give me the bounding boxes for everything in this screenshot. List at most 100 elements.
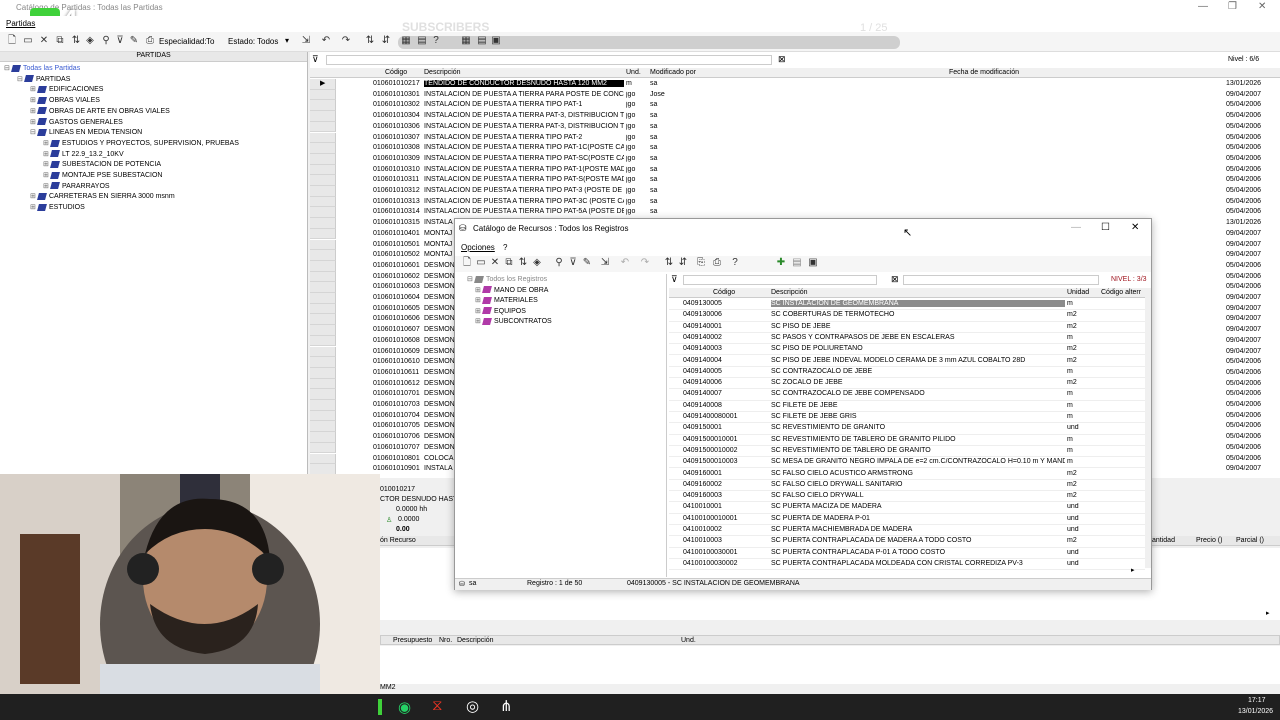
row-selector[interactable] xyxy=(310,260,336,272)
dialog-table-row[interactable]: 0409140005 SC CONTRAZOCALO DE JEBE m xyxy=(669,367,1145,379)
row-selector[interactable] xyxy=(310,378,336,390)
edit-icon[interactable]: ✎ xyxy=(128,35,140,47)
sort-desc-icon[interactable]: ⇵ xyxy=(380,35,392,47)
row-selector[interactable] xyxy=(310,207,336,219)
tree-item[interactable]: ⊞ PARARRAYOS xyxy=(43,182,110,190)
dcol-codigo[interactable]: Código xyxy=(713,289,735,296)
col-descripcion-footer[interactable]: Descripción xyxy=(457,637,494,644)
row-selector[interactable] xyxy=(310,389,336,400)
table-row[interactable]: 010601010314 INSTALACION DE PUESTA A TIER… xyxy=(310,207,1280,219)
clock-date[interactable]: 13/01/2026 xyxy=(1238,708,1273,715)
preview-icon[interactable]: ⎘ xyxy=(695,257,707,269)
tree-item[interactable]: ⊟ Todas las Partidas xyxy=(4,64,80,72)
dialog-table-row[interactable]: 0409160001 SC FALSO CIELO ACUSTICO ARMSTR… xyxy=(669,469,1145,480)
apply-filter-icon[interactable]: ⊠ xyxy=(778,54,786,65)
row-selector[interactable] xyxy=(310,153,336,165)
tree-item[interactable]: ⊞ OBRAS VIALES xyxy=(30,96,100,104)
app-indicator[interactable] xyxy=(378,699,382,715)
row-selector[interactable] xyxy=(310,400,336,411)
table-row[interactable]: 010601010308 INSTALACION DE PUESTA A TIER… xyxy=(310,143,1280,154)
open-icon[interactable]: ▭ xyxy=(22,35,34,47)
dialog-filter-input-2[interactable] xyxy=(903,275,1099,285)
dcol-unidad[interactable]: Unidad xyxy=(1067,289,1089,296)
row-selector[interactable] xyxy=(310,196,336,208)
row-selector[interactable] xyxy=(310,186,336,197)
row-selector[interactable] xyxy=(310,175,336,186)
row-selector[interactable] xyxy=(310,100,336,112)
tree-item[interactable]: ⊞ CARRETERAS EN SIERRA 3000 msnm xyxy=(30,192,175,200)
row-selector[interactable] xyxy=(310,442,336,454)
row-selector[interactable] xyxy=(310,335,336,347)
delete-icon[interactable]: ✕ xyxy=(38,35,50,47)
dialog-tree-item[interactable]: ⊞ SUBCONTRATOS xyxy=(475,317,552,325)
grid-icon[interactable]: ▦ xyxy=(400,35,412,47)
s10-app-icon[interactable]: ⋔ xyxy=(500,697,513,715)
dialog-table-row[interactable]: 0409130006 SC COBERTURAS DE TERMOTECHO m2 xyxy=(669,310,1145,322)
row-selector[interactable] xyxy=(310,250,336,261)
row-selector[interactable] xyxy=(310,121,336,133)
dialog-tree-item[interactable]: ⊞ EQUIPOS xyxy=(475,307,526,315)
filter-icon[interactable]: ⊽ xyxy=(567,257,579,269)
menu-opciones[interactable]: Opciones xyxy=(461,243,495,252)
copy-icon[interactable]: ⧉ xyxy=(54,35,66,47)
dialog-table-row[interactable]: 0410010003 SC PUERTA CONTRAPLACADA DE MAD… xyxy=(669,536,1145,548)
close-icon[interactable]: ✕ xyxy=(1131,222,1139,233)
export-icon[interactable]: ⇲ xyxy=(599,257,611,269)
dialog-tree-item[interactable]: ⊟ Todos los Registros xyxy=(467,275,547,283)
print-icon[interactable]: ⎙ xyxy=(144,35,156,47)
export-icon[interactable]: ⇲ xyxy=(300,35,312,47)
dialog-table-row[interactable]: 0409140008 SC FILETE DE JEBE m xyxy=(669,401,1145,412)
col-descripcion[interactable]: Descripción xyxy=(424,69,461,76)
table-icon[interactable]: ▤ xyxy=(791,257,803,269)
tree-item[interactable]: ⊟ LINEAS EN MEDIA TENSION xyxy=(30,128,142,136)
sort-asc-icon[interactable]: ⇅ xyxy=(663,257,675,269)
table-row[interactable]: 010601010311 INSTALACION DE PUESTA A TIER… xyxy=(310,175,1280,186)
row-selector[interactable] xyxy=(310,325,336,336)
tree-item[interactable]: ⊞ EDIFICACIONES xyxy=(30,85,103,93)
row-selector[interactable] xyxy=(310,357,336,368)
col-codigo[interactable]: Código xyxy=(385,69,407,76)
row-selector[interactable] xyxy=(310,228,336,240)
dialog-table-row[interactable]: 0409130005 SC INSTALACION DE GEOMEMBRANA m xyxy=(669,299,1145,311)
open-icon[interactable]: ▭ xyxy=(475,257,487,269)
table-row[interactable]: 010601010304 INSTALACION DE PUESTA A TIER… xyxy=(310,111,1280,122)
col-recurso[interactable]: ón Recurso xyxy=(380,537,416,544)
filter-icon[interactable]: ⊽ xyxy=(312,54,319,65)
tree-item[interactable]: ⊞ ESTUDIOS xyxy=(30,203,85,211)
filter-icon[interactable]: ⊽ xyxy=(114,35,126,47)
dialog-table-row[interactable]: 0409140002 SC PASOS Y CONTRAPASOS DE JEBE… xyxy=(669,333,1145,345)
table-row[interactable]: 010601010310 INSTALACION DE PUESTA A TIER… xyxy=(310,164,1280,176)
row-selector[interactable] xyxy=(310,143,336,154)
binoculars-icon[interactable]: ⚲ xyxy=(553,257,565,269)
obs-icon[interactable]: ◎ xyxy=(466,697,479,715)
dialog-vscrollbar[interactable] xyxy=(1145,288,1151,568)
dialog-table-row[interactable]: 04100100030001 SC PUERTA CONTRAPLACADA P-… xyxy=(669,548,1145,559)
row-selector[interactable] xyxy=(310,453,336,465)
chevron-down-icon[interactable]: ▾ xyxy=(285,36,289,45)
delete-icon[interactable]: ✕ xyxy=(489,257,501,269)
dialog-table-row[interactable]: 0409140006 SC ZOCALO DE JEBE m2 xyxy=(669,378,1145,390)
binoculars-icon[interactable]: ⚲ xyxy=(100,35,112,47)
add-resource-icon[interactable]: ✚ xyxy=(775,257,787,269)
table-row[interactable]: 010601010307 INSTALACION DE PUESTA A TIER… xyxy=(310,132,1280,144)
dialog-table-row[interactable]: 04100100030002 SC PUERTA CONTRAPLACADA MO… xyxy=(669,559,1145,571)
table-row[interactable]: ▶ 010601010217 TENDIDO DE CONDUCTOR DESNUD… xyxy=(310,79,1280,90)
dialog-table-row[interactable]: 0410010002 SC PUERTA MACHIEMBRADA DE MADE… xyxy=(669,525,1145,537)
col-precio[interactable]: Precio () xyxy=(1196,537,1222,544)
clock-time[interactable]: 17:17 xyxy=(1248,697,1266,704)
minimize-icon[interactable]: — xyxy=(1198,1,1208,12)
maximize-icon[interactable]: ☐ xyxy=(1101,222,1110,233)
row-selector[interactable] xyxy=(310,271,336,283)
dialog-tree-item[interactable]: ⊞ MATERIALES xyxy=(475,296,538,304)
table-row[interactable]: 010601010313 INSTALACION DE PUESTA A TIER… xyxy=(310,196,1280,208)
estado-select[interactable]: Todos xyxy=(257,37,278,46)
dialog-table-row[interactable]: 04091500010002 SC REVESTIMIENTO DE TABLER… xyxy=(669,446,1145,458)
col-nro[interactable]: Nro. xyxy=(439,637,452,644)
dialog-table-row[interactable]: 04091500010001 SC REVESTIMIENTO DE TABLER… xyxy=(669,435,1145,446)
folder-icon[interactable]: ▣ xyxy=(807,257,819,269)
dialog-table-row[interactable]: 0409140001 SC PISO DE JEBE m2 xyxy=(669,322,1145,333)
sort-icon[interactable]: ⇅ xyxy=(70,35,82,47)
col-und-footer[interactable]: Und. xyxy=(681,637,696,644)
col-cantidad[interactable]: antidad xyxy=(1152,537,1175,544)
dialog-filter-input[interactable] xyxy=(683,275,877,285)
